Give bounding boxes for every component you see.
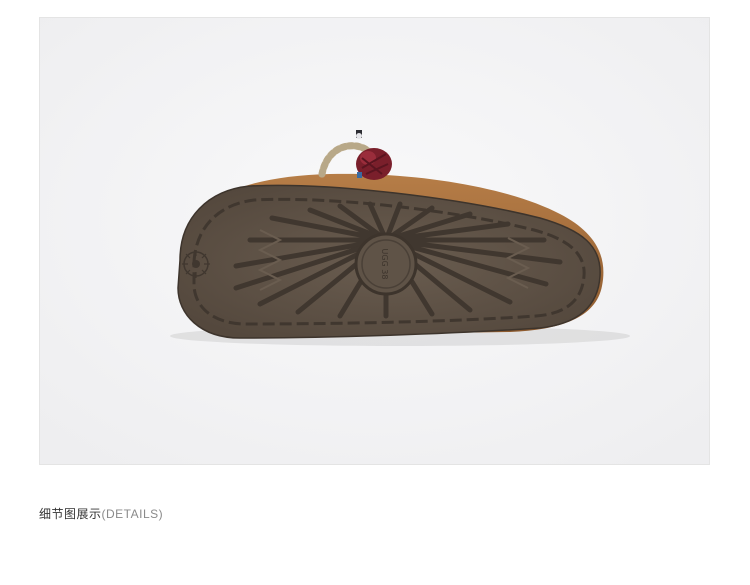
svg-text:UGG 38: UGG 38 [380,249,389,280]
heel-sun-logo [182,250,210,278]
slipper-sole-image: UGG 38 [40,18,709,464]
center-medallion: UGG 38 [354,232,418,296]
caption-subtitle: (DETAILS) [101,507,164,521]
product-detail-photo: UGG 38 [39,17,710,465]
caption-title: 细节图展示 [39,507,102,521]
detail-caption: 细节图展示(DETAILS) [39,504,163,522]
